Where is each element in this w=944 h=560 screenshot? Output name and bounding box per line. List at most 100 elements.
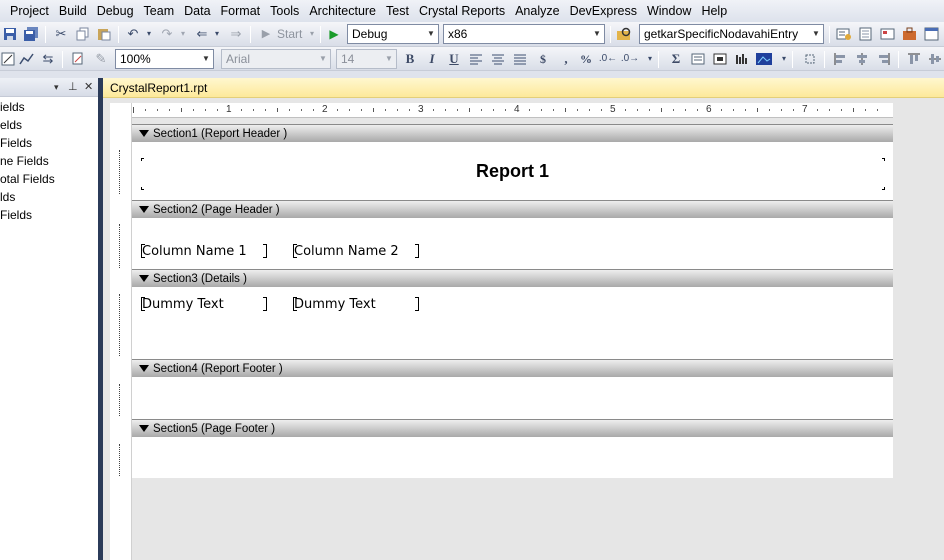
paint-brush-icon[interactable]: ✎ [93,51,109,67]
platform-combo[interactable]: x86 ▼ [443,24,605,44]
object-browser-icon[interactable] [880,26,896,42]
solution-explorer-icon[interactable] [836,26,852,42]
menu-devexpress[interactable]: DevExpress [566,0,643,22]
column-header-1[interactable]: Column Name 1 [142,244,247,259]
save-all-icon[interactable] [23,26,39,42]
menu-team[interactable]: Team [140,0,181,22]
font-combo[interactable]: Arial ▼ [221,49,331,69]
toolbar-overflow-icon[interactable]: ▾ [642,51,658,67]
align-lefts-icon[interactable] [832,51,848,67]
align-left-icon[interactable] [468,51,484,67]
menu-format[interactable]: Format [217,0,267,22]
start-label[interactable]: Start [277,26,302,42]
run-play-icon[interactable]: ▶ [326,26,342,42]
section-bar-details[interactable]: Section3 (Details ) [132,269,893,287]
tree-item-formula-fields[interactable]: elds [0,116,98,134]
collapse-triangle-icon[interactable] [139,130,149,137]
document-tab[interactable]: CrystalReport1.rpt [103,78,944,98]
zoom-combo[interactable]: 100% ▼ [115,49,214,69]
close-icon[interactable]: ✕ [84,78,93,97]
section-bar-report-footer[interactable]: Section4 (Report Footer ) [132,359,893,377]
detail-field-1[interactable]: Dummy Text [142,297,224,312]
tree-item-running-total-fields[interactable]: otal Fields [0,170,98,188]
section-body-details[interactable] [132,287,893,359]
insert-icon[interactable] [0,51,16,67]
group-icon[interactable]: ⇆ [40,51,56,67]
size-icon[interactable] [802,51,818,67]
percent-button[interactable]: % [578,51,594,67]
insert-cross-tab-icon[interactable] [734,51,750,67]
menu-test[interactable]: Test [382,0,415,22]
menu-window[interactable]: Window [643,0,697,22]
start-page-icon[interactable] [924,26,940,42]
pin-icon[interactable]: ⊥ [68,78,78,97]
align-rights-icon[interactable] [876,51,892,67]
collapse-triangle-icon[interactable] [139,365,149,372]
comma-button[interactable]: , [558,51,574,67]
bold-button[interactable]: B [402,51,418,67]
save-icon[interactable] [2,26,18,42]
insert-subreport-icon[interactable] [712,51,728,67]
insert-picture-icon[interactable] [756,51,772,67]
menu-debug[interactable]: Debug [93,0,140,22]
format-painter-icon[interactable] [70,51,86,67]
summary-button[interactable]: Σ [668,51,684,67]
section-bar-page-footer[interactable]: Section5 (Page Footer ) [132,419,893,437]
paste-icon[interactable] [96,26,112,42]
toolbox-icon[interactable] [902,26,918,42]
menu-tools[interactable]: Tools [266,0,305,22]
italic-button[interactable]: I [424,51,440,67]
insert-group-icon[interactable] [690,51,706,67]
chart-icon[interactable] [19,51,35,67]
menu-help[interactable]: Help [697,0,733,22]
find-in-files-icon[interactable] [616,26,632,42]
properties-icon[interactable] [858,26,874,42]
decimal-decrease-icon[interactable]: .0→ [621,51,639,67]
tree-item-unbound-fields[interactable]: Fields [0,206,98,224]
section-bar-page-header[interactable]: Section2 (Page Header ) [132,200,893,218]
cut-icon[interactable]: ✂ [53,26,69,42]
navigate-dropdown-icon[interactable]: ▾ [209,26,225,42]
copy-icon[interactable] [75,26,91,42]
tree-item-parameter-fields[interactable]: Fields [0,134,98,152]
navigate-forward-icon[interactable]: ⇒ [228,26,244,42]
report-title-text-object[interactable]: Report 1 [132,161,893,181]
decimal-increase-icon[interactable]: .0← [599,51,617,67]
collapse-triangle-icon[interactable] [139,275,149,282]
tree-item-special-fields[interactable]: lds [0,188,98,206]
underline-button[interactable]: U [446,51,462,67]
start-dropdown-icon[interactable]: ▾ [304,26,320,42]
undo-icon[interactable]: ↶ [125,26,141,42]
menu-project[interactable]: Project [0,0,55,22]
section-body-page-footer[interactable] [132,437,893,478]
menu-data[interactable]: Data [180,0,216,22]
start-play-icon[interactable]: ▶ [258,26,274,42]
section-bar-report-header[interactable]: Section1 (Report Header ) [132,124,893,142]
currency-icon[interactable]: $ [535,51,551,67]
collapse-triangle-icon[interactable] [139,206,149,213]
redo-icon[interactable]: ↷ [159,26,175,42]
configuration-combo[interactable]: Debug ▼ [347,24,439,44]
align-justify-icon[interactable] [512,51,528,67]
align-center-icon[interactable] [490,51,506,67]
align-tops-icon[interactable] [906,51,922,67]
undo-dropdown-icon[interactable]: ▾ [141,26,157,42]
menu-architecture[interactable]: Architecture [305,0,382,22]
toolbar-overflow-icon[interactable]: ▾ [776,51,792,67]
detail-field-2[interactable]: Dummy Text [294,297,376,312]
tree-item-database-fields[interactable]: ields [0,98,98,116]
tree-item-group-name-fields[interactable]: ne Fields [0,152,98,170]
find-combo[interactable]: getkarSpecificNodavahiEntry ▼ [639,24,824,44]
menu-crystal-reports[interactable]: Crystal Reports [415,0,511,22]
font-size-combo[interactable]: 14 ▼ [336,49,397,69]
redo-dropdown-icon[interactable]: ▾ [175,26,191,42]
menu-analyze[interactable]: Analyze [511,0,565,22]
panel-dropdown-icon[interactable]: ▾ [54,78,59,97]
menu-build[interactable]: Build [55,0,93,22]
navigate-backward-icon[interactable]: ⇐ [194,26,210,42]
align-centers-icon[interactable] [854,51,870,67]
align-middles-icon[interactable] [927,51,943,67]
collapse-triangle-icon[interactable] [139,425,149,432]
column-header-2[interactable]: Column Name 2 [294,244,399,259]
section-body-report-footer[interactable] [132,377,893,419]
